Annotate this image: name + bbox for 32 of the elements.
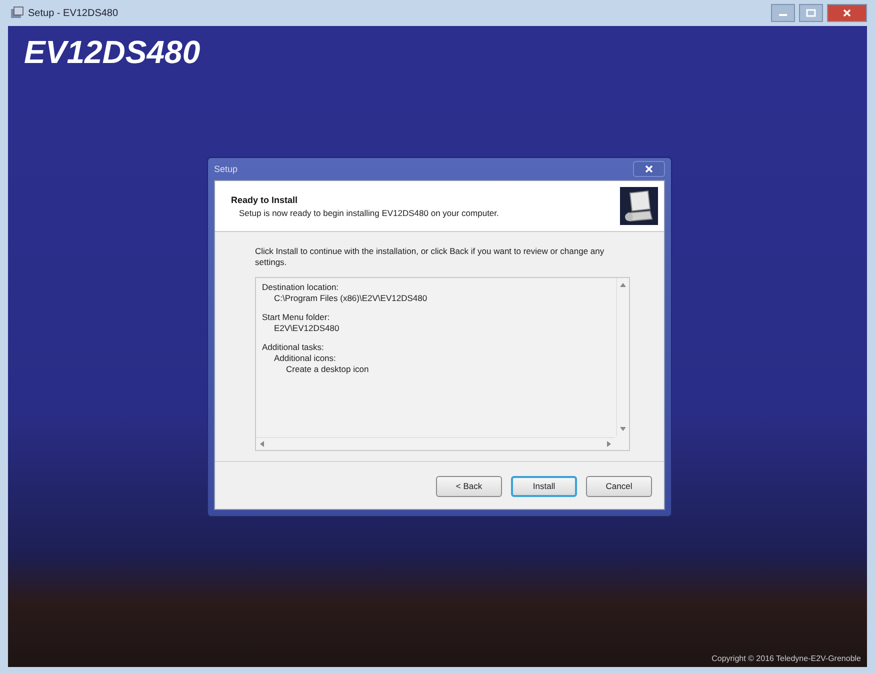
summary-line: Additional tasks:: [262, 342, 324, 354]
horizontal-scrollbar[interactable]: [256, 436, 615, 450]
summary-line: Destination location:: [262, 282, 339, 293]
scroll-down-icon[interactable]: [620, 426, 626, 431]
summary-line: Create a desktop icon: [285, 364, 369, 376]
scroll-up-icon[interactable]: [620, 282, 626, 287]
close-icon: [645, 165, 653, 173]
computer-icon: [620, 187, 658, 225]
maximize-icon: [806, 9, 816, 17]
dialog-button[interactable]: Cancel: [586, 476, 652, 497]
close-button[interactable]: [633, 161, 665, 177]
dialog-title: Setup: [214, 164, 238, 174]
maximize-button[interactable]: [799, 4, 823, 22]
close-button[interactable]: [827, 4, 867, 22]
product-title: EV12DS480: [23, 33, 200, 71]
setup-icon: [10, 6, 24, 20]
window-title: Setup - EV12DS480: [28, 8, 118, 18]
page-subheading: Setup is now ready to begin installing EV12DS480 on your computer.: [238, 208, 500, 218]
copyright-text: Copyright © 2016 Teledyne-E2V-Grenoble: [712, 654, 862, 665]
summary-line: C:\Program Files (x86)\E2V\EV12DS480: [273, 292, 428, 304]
summary-line: Start Menu folder:: [262, 312, 330, 324]
summary-line: Additional icons:: [273, 353, 336, 364]
minimize-button[interactable]: [771, 4, 795, 22]
page-heading: Ready to Install: [231, 194, 299, 204]
dialog-button[interactable]: Install: [511, 476, 577, 497]
dialog-button[interactable]: < Back: [436, 476, 502, 497]
close-icon: [842, 9, 852, 17]
scroll-right-icon[interactable]: [607, 440, 611, 447]
vertical-scrollbar[interactable]: [616, 278, 629, 436]
instruction-text: Click Install to continue with the installation, or click Back if you want to review or change any settings.: [255, 246, 606, 269]
scroll-left-icon[interactable]: [260, 440, 264, 447]
summary-line: E2V\EV12DS480: [273, 323, 340, 334]
